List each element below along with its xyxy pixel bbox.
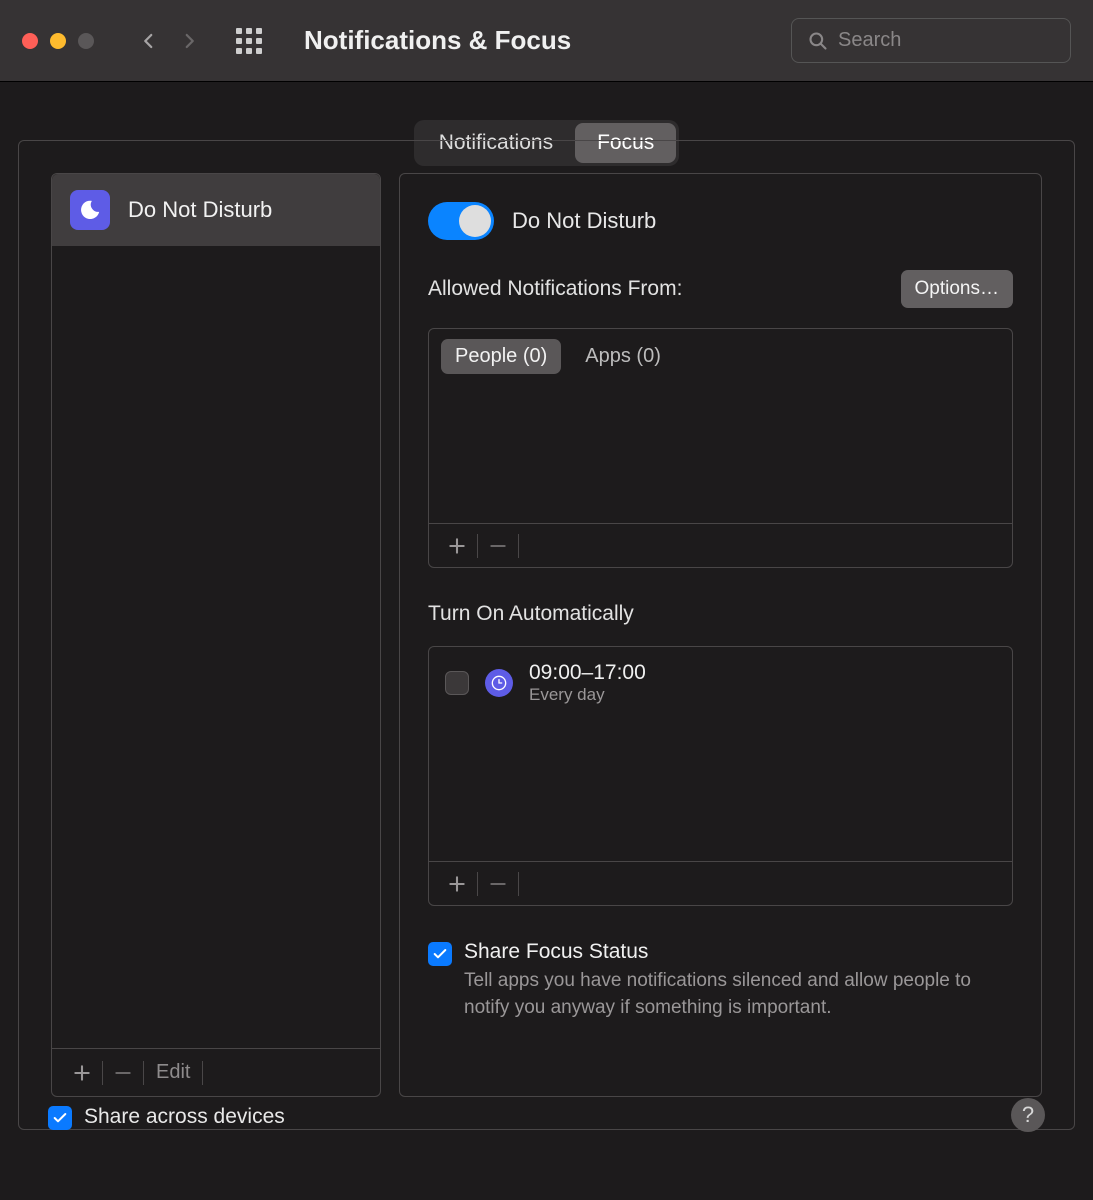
minimize-window-button[interactable] [50,33,66,49]
focus-list: Do Not Disturb Edit [51,173,381,1097]
auto-title: Turn On Automatically [428,602,1013,626]
back-button[interactable] [140,32,158,50]
share-focus-status-checkbox[interactable] [428,942,452,966]
share-focus-status-desc: Tell apps you have notifications silence… [464,968,984,1021]
window-title: Notifications & Focus [304,25,571,56]
forward-button[interactable] [180,32,198,50]
share-across-devices-checkbox[interactable] [48,1106,72,1130]
allowed-tab-people[interactable]: People (0) [441,339,561,374]
edit-focus-button[interactable]: Edit [146,1061,200,1084]
allowed-add-button[interactable] [439,528,475,564]
dnd-toggle-label: Do Not Disturb [512,208,656,234]
content-frame: Do Not Disturb Edit Do Not Disturb Allow… [18,140,1075,1130]
close-window-button[interactable] [22,33,38,49]
clock-icon [485,669,513,697]
schedule-sub: Every day [529,685,646,705]
focus-list-footer: Edit [52,1048,380,1096]
nav-buttons [140,32,198,50]
share-across-devices-label: Share across devices [84,1105,285,1129]
options-button[interactable]: Options… [901,270,1013,308]
schedule-time: 09:00–17:00 [529,661,646,685]
add-focus-button[interactable] [64,1055,100,1091]
dnd-toggle[interactable] [428,202,494,240]
allowed-panel: People (0) Apps (0) [428,328,1013,568]
window-controls [22,33,94,49]
search-field[interactable] [791,18,1071,63]
allowed-title: Allowed Notifications From: [428,277,682,301]
focus-item-label: Do Not Disturb [128,197,272,223]
share-across-devices-row: Share across devices [48,1104,285,1130]
schedule-add-button[interactable] [439,866,475,902]
titlebar: Notifications & Focus [0,0,1093,82]
zoom-window-button[interactable] [78,33,94,49]
allowed-remove-button[interactable] [480,528,516,564]
dnd-toggle-row: Do Not Disturb [428,202,1013,240]
help-button[interactable]: ? [1011,1098,1045,1132]
search-icon [808,31,828,51]
share-focus-status-row: Share Focus Status Tell apps you have no… [428,940,1013,1021]
show-all-prefs-button[interactable] [236,28,262,54]
moon-icon [70,190,110,230]
share-focus-status-label: Share Focus Status [464,940,984,964]
focus-detail: Do Not Disturb Allowed Notifications Fro… [399,173,1042,1097]
remove-focus-button[interactable] [105,1055,141,1091]
search-input[interactable] [838,29,1054,52]
allowed-tab-apps[interactable]: Apps (0) [571,339,675,374]
schedule-panel: 09:00–17:00 Every day [428,646,1013,906]
schedule-remove-button[interactable] [480,866,516,902]
focus-item-dnd[interactable]: Do Not Disturb [52,174,380,246]
schedule-row[interactable]: 09:00–17:00 Every day [429,647,1012,719]
schedule-enable-checkbox[interactable] [445,671,469,695]
